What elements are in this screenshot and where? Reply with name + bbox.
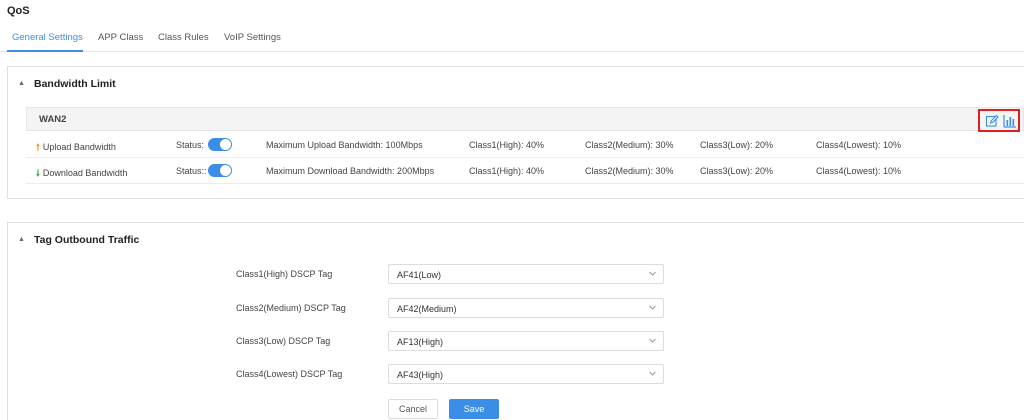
download-arrow-icon: 🠗 <box>36 168 40 178</box>
save-button[interactable]: Save <box>449 399 499 419</box>
toggle-knob <box>220 165 231 176</box>
collapse-caret-icon[interactable]: ▲ <box>18 236 28 243</box>
class4-dscp-value: AF43(High) <box>397 370 444 380</box>
class3-dscp-label: Class3(Low) DSCP Tag <box>236 336 331 346</box>
tab-voip-settings[interactable]: VoIP Settings <box>224 32 281 43</box>
tab-bar: General Settings APP Class Class Rules V… <box>0 28 1024 52</box>
page-title: QoS <box>7 5 30 17</box>
download-class1: Class1(High): 40% <box>469 166 545 176</box>
upload-label-text: Upload Bandwidth <box>42 142 116 152</box>
class1-dscp-value: AF41(Low) <box>397 270 442 280</box>
class2-dscp-value: AF42(Medium) <box>397 304 457 314</box>
download-bandwidth-label: 🠗 Download Bandwidth <box>36 166 127 182</box>
upload-class4: Class4(Lowest): 10% <box>816 140 902 150</box>
upload-max-bandwidth: Maximum Upload Bandwidth: 100Mbps <box>266 140 423 150</box>
upload-class3: Class3(Low): 20% <box>700 140 774 150</box>
download-bandwidth-row: 🠗 Download Bandwidth Status:: Maximum Dow… <box>26 158 1024 184</box>
download-status-toggle[interactable] <box>208 164 232 177</box>
download-label-text: Download Bandwidth <box>42 168 128 178</box>
class3-dscp-value: AF13(High) <box>397 337 444 347</box>
class4-dscp-select[interactable]: AF43(High) <box>388 364 664 384</box>
collapse-caret-icon[interactable]: ▲ <box>18 80 28 87</box>
bandwidth-limit-card: ▲ Bandwidth Limit WAN2 🠕 Upload Bandwidt… <box>7 66 1024 199</box>
download-status-label: Status:: <box>176 166 207 176</box>
class3-dscp-select[interactable]: AF13(High) <box>388 331 664 351</box>
upload-class2: Class2(Medium): 30% <box>585 140 674 150</box>
download-class2: Class2(Medium): 30% <box>585 166 674 176</box>
chevron-down-icon <box>649 305 656 310</box>
upload-status-toggle[interactable] <box>208 138 232 151</box>
bandwidth-limit-header[interactable]: ▲ Bandwidth Limit <box>18 78 116 90</box>
class1-dscp-select[interactable]: AF41(Low) <box>388 264 664 284</box>
bar-chart-icon[interactable] <box>1003 114 1017 128</box>
chevron-down-icon <box>649 271 656 276</box>
class4-dscp-label: Class4(Lowest) DSCP Tag <box>236 369 343 379</box>
upload-status-label: Status: <box>176 140 205 150</box>
chevron-down-icon <box>649 338 656 343</box>
download-class3: Class3(Low): 20% <box>700 166 774 176</box>
class2-dscp-select[interactable]: AF42(Medium) <box>388 298 664 318</box>
wan2-title: WAN2 <box>39 114 67 125</box>
upload-arrow-icon: 🠕 <box>36 142 40 152</box>
tag-outbound-header[interactable]: ▲ Tag Outbound Traffic <box>18 234 139 246</box>
tab-app-class[interactable]: APP Class <box>98 32 143 43</box>
tag-outbound-card: ▲ Tag Outbound Traffic Class1(High) DSCP … <box>7 222 1024 420</box>
wan-actions-highlight <box>978 109 1020 132</box>
tab-general-settings[interactable]: General Settings <box>12 32 83 43</box>
class2-dscp-label: Class2(Medium) DSCP Tag <box>236 303 346 313</box>
upload-class1: Class1(High): 40% <box>469 140 545 150</box>
download-max-bandwidth: Maximum Download Bandwidth: 200Mbps <box>266 166 435 176</box>
tag-outbound-title: Tag Outbound Traffic <box>34 234 140 246</box>
tab-class-rules[interactable]: Class Rules <box>158 32 209 43</box>
download-class4: Class4(Lowest): 10% <box>816 166 902 176</box>
upload-bandwidth-row: 🠕 Upload Bandwidth Status: Maximum Upload… <box>26 132 1024 158</box>
active-tab-indicator <box>7 50 83 52</box>
wan2-panel: WAN2 🠕 Upload Bandwidth Status: Maximum … <box>26 107 1024 187</box>
edit-icon[interactable] <box>985 114 999 128</box>
upload-bandwidth-label: 🠕 Upload Bandwidth <box>36 140 116 156</box>
cancel-button[interactable]: Cancel <box>388 399 438 419</box>
wan2-header: WAN2 <box>26 107 1024 132</box>
chevron-down-icon <box>649 371 656 376</box>
class1-dscp-label: Class1(High) DSCP Tag <box>236 269 333 279</box>
bandwidth-limit-title: Bandwidth Limit <box>34 78 116 90</box>
toggle-knob <box>220 139 231 150</box>
